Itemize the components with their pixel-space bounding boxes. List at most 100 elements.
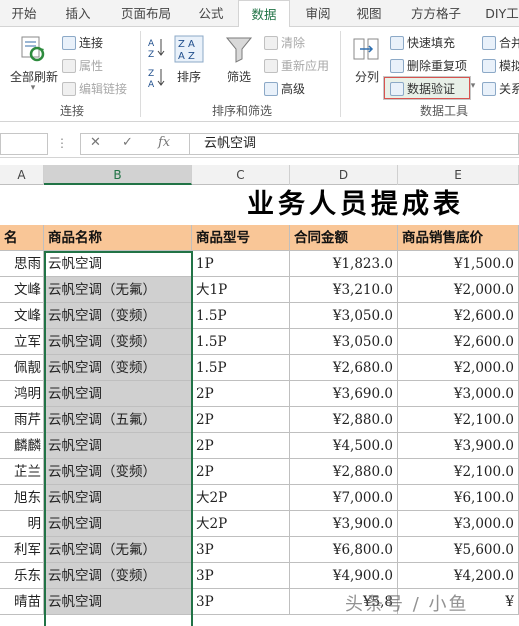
- price-cell[interactable]: ¥2,100.0: [398, 407, 519, 433]
- amount-cell[interactable]: ¥2,880.0: [290, 459, 398, 485]
- header-amount[interactable]: 合同金额: [290, 225, 398, 251]
- column-header-d[interactable]: D: [290, 165, 398, 185]
- name-cell[interactable]: 利军: [0, 537, 44, 563]
- insert-function-icon[interactable]: fx: [158, 135, 170, 150]
- model-cell[interactable]: 大2P: [192, 485, 290, 511]
- sort-az-icon[interactable]: AZ: [148, 37, 166, 60]
- edit-links-button[interactable]: 编辑链接: [62, 80, 127, 97]
- product-cell[interactable]: 云帆空调: [44, 381, 192, 407]
- model-cell[interactable]: 3P: [192, 589, 290, 615]
- model-cell[interactable]: 3P: [192, 537, 290, 563]
- model-cell[interactable]: 2P: [192, 433, 290, 459]
- text-to-columns-button[interactable]: 分列: [352, 68, 382, 85]
- name-cell[interactable]: 立军: [0, 329, 44, 355]
- price-cell[interactable]: ¥2,600.0: [398, 329, 519, 355]
- product-cell[interactable]: 云帆空调（变频）: [44, 459, 192, 485]
- price-cell[interactable]: ¥2,600.0: [398, 303, 519, 329]
- tab-home[interactable]: 开始: [0, 0, 48, 27]
- refresh-all-icon[interactable]: [20, 35, 46, 63]
- product-cell[interactable]: 云帆空调: [44, 511, 192, 537]
- product-cell[interactable]: 云帆空调: [44, 433, 192, 459]
- product-cell[interactable]: 云帆空调（五氟）: [44, 407, 192, 433]
- properties-button[interactable]: 属性: [62, 57, 103, 74]
- amount-cell[interactable]: ¥4,500.0: [290, 433, 398, 459]
- product-cell[interactable]: 云帆空调（变频）: [44, 355, 192, 381]
- product-cell[interactable]: 云帆空调（无氟）: [44, 277, 192, 303]
- amount-cell[interactable]: ¥3,050.0: [290, 329, 398, 355]
- tab-formulas[interactable]: 公式: [186, 0, 236, 27]
- product-cell[interactable]: 云帆空调（变频）: [44, 563, 192, 589]
- clear-button[interactable]: 清除: [264, 34, 305, 51]
- name-cell[interactable]: 佩靓: [0, 355, 44, 381]
- cancel-icon[interactable]: ✕: [90, 135, 101, 150]
- amount-cell[interactable]: ¥2,680.0: [290, 355, 398, 381]
- data-validation-dropdown-icon[interactable]: ▾: [468, 81, 478, 91]
- model-cell[interactable]: 2P: [192, 381, 290, 407]
- amount-cell[interactable]: ¥3,050.0: [290, 303, 398, 329]
- tab-diy[interactable]: DIY工: [478, 0, 519, 27]
- amount-cell[interactable]: ¥3,900.0: [290, 511, 398, 537]
- column-header-c[interactable]: C: [192, 165, 290, 185]
- price-cell[interactable]: ¥3,000.0: [398, 511, 519, 537]
- price-cell[interactable]: ¥3,900.0: [398, 433, 519, 459]
- product-cell[interactable]: 云帆空调（无氟）: [44, 537, 192, 563]
- model-cell[interactable]: 大2P: [192, 511, 290, 537]
- tab-view[interactable]: 视图: [344, 0, 394, 27]
- amount-cell[interactable]: ¥3,210.0: [290, 277, 398, 303]
- connections-button[interactable]: 连接: [62, 34, 103, 51]
- name-cell[interactable]: 雨芹: [0, 407, 44, 433]
- sort-button[interactable]: 排序: [174, 68, 204, 85]
- product-cell[interactable]: 云帆空调: [44, 589, 192, 615]
- enter-check-icon[interactable]: ✓: [122, 135, 133, 150]
- price-cell[interactable]: ¥2,000.0: [398, 355, 519, 381]
- advanced-filter-button[interactable]: 高级: [264, 80, 305, 97]
- formula-input[interactable]: 云帆空调: [190, 133, 519, 155]
- amount-cell[interactable]: ¥7,000.0: [290, 485, 398, 511]
- relationships-button[interactable]: 关系: [482, 80, 519, 97]
- header-product[interactable]: 商品名称: [44, 225, 192, 251]
- price-cell[interactable]: ¥5,600.0: [398, 537, 519, 563]
- name-cell[interactable]: 旭东: [0, 485, 44, 511]
- product-cell[interactable]: 云帆空调: [44, 251, 192, 277]
- name-cell[interactable]: 思雨: [0, 251, 44, 277]
- filter-icon[interactable]: [224, 35, 254, 63]
- model-cell[interactable]: 3P: [192, 563, 290, 589]
- price-cell[interactable]: ¥6,100.0: [398, 485, 519, 511]
- chevron-down-icon[interactable]: ▾: [26, 83, 40, 93]
- what-if-button[interactable]: 模拟: [482, 57, 519, 74]
- sort-za-icon[interactable]: ZA: [148, 67, 166, 90]
- tab-data[interactable]: 数据: [238, 0, 290, 28]
- tab-fangfanggezi[interactable]: 方方格子: [398, 0, 474, 27]
- column-header-e[interactable]: E: [398, 165, 519, 185]
- model-cell[interactable]: 2P: [192, 459, 290, 485]
- text-to-columns-icon[interactable]: [352, 35, 380, 63]
- price-cell[interactable]: ¥2,000.0: [398, 277, 519, 303]
- name-box[interactable]: [0, 133, 48, 155]
- model-cell[interactable]: 1.5P: [192, 329, 290, 355]
- name-cell[interactable]: 麟麟: [0, 433, 44, 459]
- amount-cell[interactable]: ¥1,823.0: [290, 251, 398, 277]
- amount-cell[interactable]: ¥3,690.0: [290, 381, 398, 407]
- name-cell[interactable]: 鸿明: [0, 381, 44, 407]
- product-cell[interactable]: 云帆空调（变频）: [44, 329, 192, 355]
- tab-review[interactable]: 审阅: [292, 0, 344, 27]
- data-validation-button[interactable]: 数据验证: [390, 80, 455, 97]
- remove-duplicates-button[interactable]: 删除重复项: [390, 57, 467, 74]
- amount-cell[interactable]: ¥6,800.0: [290, 537, 398, 563]
- model-cell[interactable]: 1.5P: [192, 355, 290, 381]
- price-cell[interactable]: ¥2,100.0: [398, 459, 519, 485]
- name-cell[interactable]: 乐东: [0, 563, 44, 589]
- flash-fill-button[interactable]: 快速填充: [390, 34, 455, 51]
- name-cell[interactable]: 明: [0, 511, 44, 537]
- tab-insert[interactable]: 插入: [52, 0, 104, 27]
- header-name[interactable]: 名: [0, 225, 44, 251]
- model-cell[interactable]: 2P: [192, 407, 290, 433]
- price-cell[interactable]: ¥3,000.0: [398, 381, 519, 407]
- tab-page-layout[interactable]: 页面布局: [108, 0, 184, 27]
- header-price[interactable]: 商品销售底价: [398, 225, 519, 251]
- name-cell[interactable]: 文峰: [0, 277, 44, 303]
- filter-button[interactable]: 筛选: [222, 68, 256, 85]
- column-header-b[interactable]: B: [44, 165, 192, 185]
- reapply-button[interactable]: 重新应用: [264, 57, 329, 74]
- name-cell[interactable]: 晴苗: [0, 589, 44, 615]
